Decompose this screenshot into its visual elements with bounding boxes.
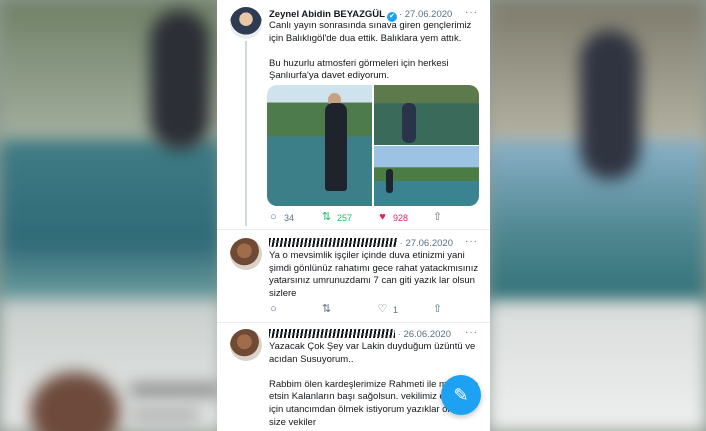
more-options-icon[interactable]: ··· — [465, 236, 478, 247]
tweet-header: · 27.06.2020 — [269, 238, 453, 249]
tweet-photo-1[interactable] — [267, 85, 372, 206]
reply-icon: ○ — [270, 211, 277, 223]
tweet-actions: ○ ⇅ ♡ 1 ⇧ — [267, 303, 477, 319]
like-button[interactable]: ♥ 928 — [376, 211, 408, 224]
reply-button[interactable]: ○ 34 — [267, 211, 294, 224]
tweet-text: Ya o mevsimlik işçiler içinde duva etini… — [269, 250, 479, 299]
like-icon: ♥ — [379, 211, 386, 223]
like-count: 928 — [393, 212, 409, 223]
tweet-text: Canlı yayın sonrasında sınava giren genç… — [269, 20, 472, 82]
tweet-date[interactable]: 27.06.2020 — [405, 9, 453, 20]
tweet-photo-2[interactable] — [374, 85, 479, 145]
more-options-icon[interactable]: ··· — [465, 327, 478, 338]
reply-avatar[interactable] — [230, 329, 262, 361]
more-options-icon[interactable]: ··· — [465, 7, 478, 18]
retweet-icon: ⇅ — [321, 211, 332, 223]
like-count: 1 — [393, 304, 399, 315]
compose-icon: ✎ — [453, 384, 469, 405]
reply-button[interactable]: ○ — [267, 303, 280, 316]
redacted-username — [269, 329, 395, 338]
tweet-photo-3[interactable] — [374, 146, 479, 206]
retweet-button[interactable]: ⇅ 257 — [320, 211, 352, 224]
share-icon: ⇧ — [432, 211, 443, 223]
retweet-button[interactable]: ⇅ — [320, 303, 333, 316]
tweet-main[interactable]: Zeynel Abidin BEYAZGÜL ✔ · 27.06.2020 ··· … — [217, 0, 490, 228]
tweet-date[interactable]: · 26.06.2020 — [398, 329, 451, 340]
thread-line — [245, 41, 247, 226]
retweet-icon: ⇅ — [321, 303, 332, 315]
reply-tweet-1[interactable]: · 27.06.2020 ··· Ya o mevsimlik işçiler … — [217, 230, 490, 322]
reply-icon: ○ — [270, 303, 277, 315]
tweet-date[interactable]: · 27.06.2020 — [400, 238, 453, 249]
tweet-thread-card: Zeynel Abidin BEYAZGÜL ✔ · 27.06.2020 ··· … — [217, 0, 490, 431]
redacted-username — [269, 238, 397, 247]
tweet-actions: ○ 34 ⇅ 257 ♥ 928 ⇧ — [267, 211, 477, 227]
reply-avatar[interactable] — [230, 238, 262, 270]
tweet-photo-grid[interactable] — [267, 85, 479, 206]
share-button[interactable]: ⇧ — [431, 303, 444, 316]
reply-tweet-2[interactable]: · 26.06.2020 ··· Yazacak Çok Şey var Lak… — [217, 323, 490, 431]
like-button[interactable]: ♡ 1 — [376, 303, 398, 316]
like-outline-icon: ♡ — [377, 303, 388, 315]
tweet-header: · 26.06.2020 — [269, 329, 451, 340]
retweet-count: 257 — [337, 212, 353, 223]
author-name[interactable]: Zeynel Abidin BEYAZGÜL — [269, 9, 385, 20]
share-icon: ⇧ — [432, 303, 443, 315]
compose-tweet-button[interactable]: ✎ — [441, 375, 481, 415]
share-button[interactable]: ⇧ — [431, 211, 444, 224]
reply-count: 34 — [284, 212, 295, 223]
author-avatar[interactable] — [230, 7, 262, 39]
